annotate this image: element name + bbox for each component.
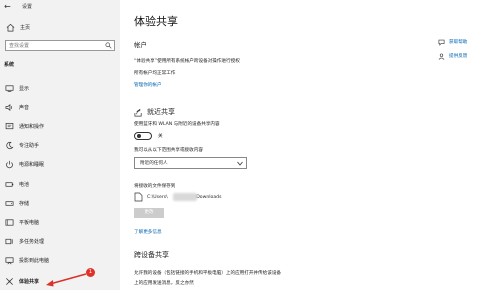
nearby-sharing-toggle[interactable] — [134, 132, 152, 140]
sidebar-item-battery[interactable]: 电池 — [0, 177, 120, 193]
sidebar-item-projecting[interactable]: 投影到此电脑 — [0, 253, 120, 269]
chat-help-icon — [438, 39, 445, 46]
sidebar-item-label: 平板电脑 — [19, 220, 40, 226]
toggle-knob — [137, 134, 141, 138]
sidebar-item-power[interactable]: 电源和睡眠 — [0, 157, 120, 173]
storage-icon — [5, 201, 14, 206]
cross-device-description: 允许我的设备（包括链接的手机和平板电脑）上的应用打开并传给该设备 — [134, 271, 282, 276]
shared-experiences-icon — [6, 278, 13, 285]
redacted-username — [173, 193, 197, 201]
sidebar-item-focus-assist[interactable]: 专注助手 — [0, 138, 120, 154]
search-input[interactable] — [9, 41, 103, 50]
cross-device-description-2: 上的应用发送消息，反之亦然 — [134, 281, 194, 286]
sidebar-item-home[interactable]: 主页 — [0, 22, 120, 34]
title-bar: ← 设置 — [0, 0, 120, 14]
save-location-label: 将接收的文件保存到 — [134, 184, 176, 189]
sidebar: ← 设置 主页 系统 显示 声音 通知和操作 专注助手 电源和睡眠 电池 — [0, 0, 120, 290]
focus-assist-icon — [6, 141, 14, 150]
display-icon — [5, 85, 14, 93]
section-label-system: 系统 — [4, 62, 15, 68]
receive-from-dropdown[interactable]: 附近的任何人 — [134, 157, 247, 169]
sidebar-item-label: 存储 — [19, 201, 30, 207]
share-icon — [134, 108, 142, 117]
home-icon — [6, 23, 15, 32]
cross-device-heading: 跨设备共享 — [134, 251, 169, 259]
change-location-button[interactable]: 更改 — [134, 208, 164, 218]
page-title: 体验共享 — [134, 15, 178, 28]
battery-icon — [5, 182, 14, 187]
back-arrow-icon[interactable]: ← — [4, 2, 11, 12]
feedback-icon — [438, 53, 445, 60]
sound-icon — [5, 104, 13, 111]
tablet-icon — [5, 219, 14, 226]
learn-more-link[interactable]: 了解更多信息 — [134, 229, 162, 236]
projecting-icon — [5, 257, 14, 265]
power-icon — [6, 160, 13, 169]
account-description: “体验共享”使用所有系统帐户跨设备对操作进行授权 — [134, 59, 240, 64]
search-icon[interactable] — [105, 42, 112, 49]
sidebar-item-multitasking[interactable]: 多任务处理 — [0, 234, 120, 250]
manage-accounts-link[interactable]: 管理你的帐户 — [134, 82, 162, 89]
sidebar-item-label: 电源和睡眠 — [19, 162, 45, 168]
sidebar-item-notifications[interactable]: 通知和操作 — [0, 119, 120, 135]
app-title: 设置 — [22, 4, 33, 10]
sidebar-item-label: 体验共享 — [19, 279, 40, 285]
toggle-state-label: 关 — [158, 134, 163, 139]
main-panel: 体验共享 帐户 “体验共享”使用所有系统帐户跨设备对操作进行授权 所有帐户均正常… — [120, 0, 500, 290]
sidebar-item-shared-experiences[interactable]: 体验共享 — [0, 274, 120, 290]
dropdown-selected-value: 附近的任何人 — [140, 161, 168, 166]
account-heading: 帐户 — [134, 41, 147, 49]
sidebar-item-label: 电池 — [19, 182, 30, 188]
nearby-sharing-heading: 就近共享 — [147, 108, 175, 116]
sidebar-item-storage[interactable]: 存储 — [0, 196, 120, 212]
get-help-label: 获取帮助 — [449, 40, 468, 45]
multitasking-icon — [5, 238, 13, 245]
sidebar-item-label: 多任务处理 — [19, 239, 45, 245]
step-badge: 1 — [86, 268, 95, 277]
sidebar-item-label: 显示 — [19, 86, 30, 92]
receive-description: 我可以从以下范围共享或接收内容 — [134, 148, 203, 153]
sidebar-item-label: 主页 — [20, 25, 31, 31]
search-box[interactable] — [5, 40, 115, 51]
save-path-suffix: \Downloads — [194, 195, 222, 200]
sidebar-item-label: 声音 — [19, 105, 30, 111]
sidebar-item-label: 通知和操作 — [19, 124, 45, 130]
account-status: 所有帐户均正常工作 — [134, 71, 176, 76]
chevron-down-icon — [237, 161, 243, 166]
nearby-description: 使用蓝牙和 WLAN 与附近的设备共享内容 — [134, 122, 220, 127]
sidebar-item-tablet[interactable]: 平板电脑 — [0, 215, 120, 231]
file-icon — [134, 192, 143, 202]
save-path-prefix: C:\Users\ — [147, 195, 168, 200]
sidebar-item-label: 专注助手 — [19, 143, 40, 149]
notification-icon — [5, 122, 14, 130]
feedback-label: 提供反馈 — [449, 54, 468, 59]
sidebar-item-sound[interactable]: 声音 — [0, 100, 120, 116]
sidebar-item-display[interactable]: 显示 — [0, 81, 120, 97]
sidebar-item-label: 投影到此电脑 — [19, 258, 50, 264]
